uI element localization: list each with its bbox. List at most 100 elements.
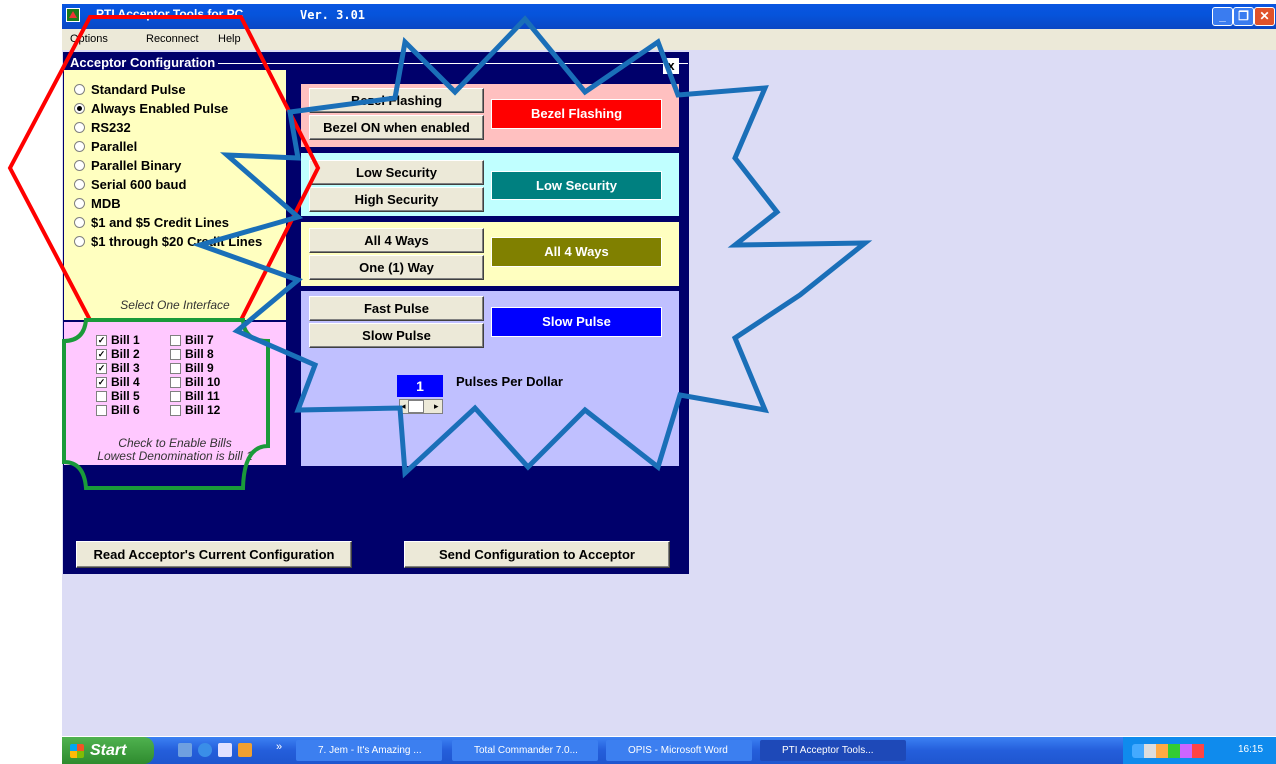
radio-icon[interactable]	[74, 141, 85, 152]
low-security-button[interactable]: Low Security	[309, 160, 484, 185]
bill-checkbox[interactable]: ✓ Bill 4	[96, 375, 140, 389]
radio-icon[interactable]	[74, 84, 85, 95]
ways-status: All 4 Ways	[491, 237, 662, 267]
high-security-button[interactable]: High Security	[309, 187, 484, 212]
radio-icon[interactable]	[74, 103, 85, 114]
bill-checkbox[interactable]: Bill 7	[170, 333, 214, 347]
bezel-on-button[interactable]: Bezel ON when enabled	[309, 115, 484, 140]
bill-label: Bill 11	[185, 389, 220, 403]
quicklaunch-more-icon[interactable]: »	[276, 741, 282, 753]
pulses-per-dollar-label: Pulses Per Dollar	[456, 374, 563, 389]
quicklaunch-app-icon[interactable]	[238, 743, 252, 757]
scroll-left-icon[interactable]: ◂	[401, 401, 406, 412]
pulses-scrollbar[interactable]: ◂ ▸	[399, 399, 443, 414]
quicklaunch-commander-icon[interactable]	[218, 743, 232, 757]
bill-label: Bill 6	[111, 403, 140, 417]
checkbox-icon[interactable]	[170, 376, 181, 388]
security-status: Low Security	[491, 171, 662, 200]
interface-note: Select One Interface	[120, 298, 230, 312]
quicklaunch-ie-icon[interactable]	[198, 743, 212, 757]
slow-pulse-button[interactable]: Slow Pulse	[309, 323, 484, 348]
send-config-button[interactable]: Send Configuration to Acceptor	[404, 541, 670, 568]
bill-label: Bill 3	[111, 361, 140, 375]
taskbar-task[interactable]: PTI Acceptor Tools...	[760, 740, 906, 761]
restore-icon[interactable]: ❐	[1233, 7, 1254, 26]
bill-checkbox[interactable]: ✓ Bill 1	[96, 333, 140, 347]
bills-note-1: Check to Enable Bills	[118, 436, 232, 450]
radio-icon[interactable]	[74, 198, 85, 209]
menu-options[interactable]: Options	[70, 33, 108, 45]
checkbox-icon[interactable]	[96, 390, 107, 402]
interface-option-label: Parallel	[91, 139, 138, 154]
checkbox-icon[interactable]: ✓	[96, 376, 107, 388]
taskbar-task[interactable]: Total Commander 7.0...	[452, 740, 598, 761]
dialog-close-button[interactable]: x	[663, 58, 679, 74]
checkbox-icon[interactable]	[170, 348, 181, 360]
tray-icons[interactable]	[1132, 744, 1212, 758]
all-ways-button[interactable]: All 4 Ways	[309, 228, 484, 253]
interface-option-label: RS232	[91, 120, 131, 135]
interface-option-label: Serial 600 baud	[91, 177, 187, 192]
bill-label: Bill 12	[185, 403, 221, 417]
title-bar[interactable]	[62, 4, 1276, 29]
checkbox-icon[interactable]: ✓	[96, 362, 107, 374]
menu-help[interactable]: Help	[218, 33, 241, 45]
checkbox-icon[interactable]	[170, 362, 181, 374]
bill-label: Bill 2	[111, 347, 140, 361]
interface-option[interactable]: Parallel Binary	[74, 157, 181, 174]
bill-checkbox[interactable]: ✓ Bill 3	[96, 361, 140, 375]
bezel-flashing-button[interactable]: Bezel Flashing	[309, 88, 484, 113]
interface-option[interactable]: RS232	[74, 119, 131, 136]
bill-checkbox[interactable]: Bill 12	[170, 403, 220, 417]
bill-label: Bill 5	[111, 389, 140, 403]
radio-icon[interactable]	[74, 236, 85, 247]
bill-checkbox[interactable]: Bill 9	[170, 361, 214, 375]
close-icon[interactable]: ✕	[1254, 7, 1275, 26]
taskbar-task[interactable]: 7. Jem - It's Amazing ...	[296, 740, 442, 761]
read-config-button[interactable]: Read Acceptor's Current Configuration	[76, 541, 352, 568]
bill-checkbox[interactable]: Bill 8	[170, 347, 214, 361]
interface-option[interactable]: MDB	[74, 195, 121, 212]
interface-option-label: Parallel Binary	[91, 158, 182, 173]
bill-checkbox[interactable]: Bill 10	[170, 375, 220, 389]
bill-checkbox[interactable]: Bill 6	[96, 403, 140, 417]
menu-reconnect[interactable]: Reconnect	[146, 33, 199, 45]
checkbox-icon[interactable]	[170, 404, 181, 416]
interface-option[interactable]: Serial 600 baud	[74, 176, 186, 193]
checkbox-icon[interactable]	[96, 404, 107, 416]
bill-checkbox[interactable]: Bill 5	[96, 389, 140, 403]
radio-icon[interactable]	[74, 217, 85, 228]
interface-option[interactable]: Standard Pulse	[74, 81, 186, 98]
bills-note-2: Lowest Denomination is bill 1	[97, 449, 253, 463]
checkbox-icon[interactable]	[170, 334, 181, 346]
bill-checkbox[interactable]: Bill 11	[170, 389, 220, 403]
pulse-status: Slow Pulse	[491, 307, 662, 337]
window-title: PTI Acceptor Tools for PC	[96, 7, 244, 21]
radio-icon[interactable]	[74, 160, 85, 171]
minimize-icon[interactable]: _	[1212, 7, 1233, 26]
radio-icon[interactable]	[74, 179, 85, 190]
fast-pulse-button[interactable]: Fast Pulse	[309, 296, 484, 321]
interface-option[interactable]: $1 through $20 Credit Lines	[74, 233, 262, 250]
bill-label: Bill 10	[185, 375, 221, 389]
quicklaunch-desktop-icon[interactable]	[178, 743, 192, 757]
scroll-thumb[interactable]	[408, 400, 424, 413]
checkbox-icon[interactable]: ✓	[96, 334, 107, 346]
scroll-right-icon[interactable]: ▸	[434, 401, 439, 412]
bill-label: Bill 9	[185, 361, 214, 375]
checkbox-icon[interactable]: ✓	[96, 348, 107, 360]
radio-icon[interactable]	[74, 122, 85, 133]
dialog-title: Acceptor Configuration	[67, 55, 219, 70]
interface-option-label: $1 and $5 Credit Lines	[91, 215, 229, 230]
bill-checkbox[interactable]: ✓ Bill 2	[96, 347, 140, 361]
checkbox-icon[interactable]	[170, 390, 181, 402]
one-way-button[interactable]: One (1) Way	[309, 255, 484, 280]
interface-option[interactable]: Always Enabled Pulse	[74, 100, 228, 117]
interface-option[interactable]: Parallel	[74, 138, 137, 155]
bill-label: Bill 4	[111, 375, 140, 389]
app-icon[interactable]	[66, 8, 80, 22]
taskbar-task[interactable]: OPIS - Microsoft Word	[606, 740, 752, 761]
interface-option-label: MDB	[91, 196, 121, 211]
interface-option[interactable]: $1 and $5 Credit Lines	[74, 214, 229, 231]
pulses-per-dollar-value[interactable]: 1	[397, 375, 443, 397]
